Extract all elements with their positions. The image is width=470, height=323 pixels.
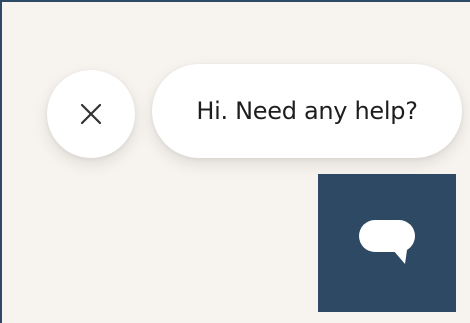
close-greeting-button[interactable] xyxy=(47,70,135,158)
greeting-bubble[interactable]: Hi. Need any help? xyxy=(152,64,462,158)
chat-bubble-icon xyxy=(359,220,415,264)
greeting-message: Hi. Need any help? xyxy=(196,97,418,125)
chat-launcher-button[interactable] xyxy=(318,174,456,312)
close-icon xyxy=(80,103,102,125)
page-frame: Hi. Need any help? xyxy=(0,0,470,323)
